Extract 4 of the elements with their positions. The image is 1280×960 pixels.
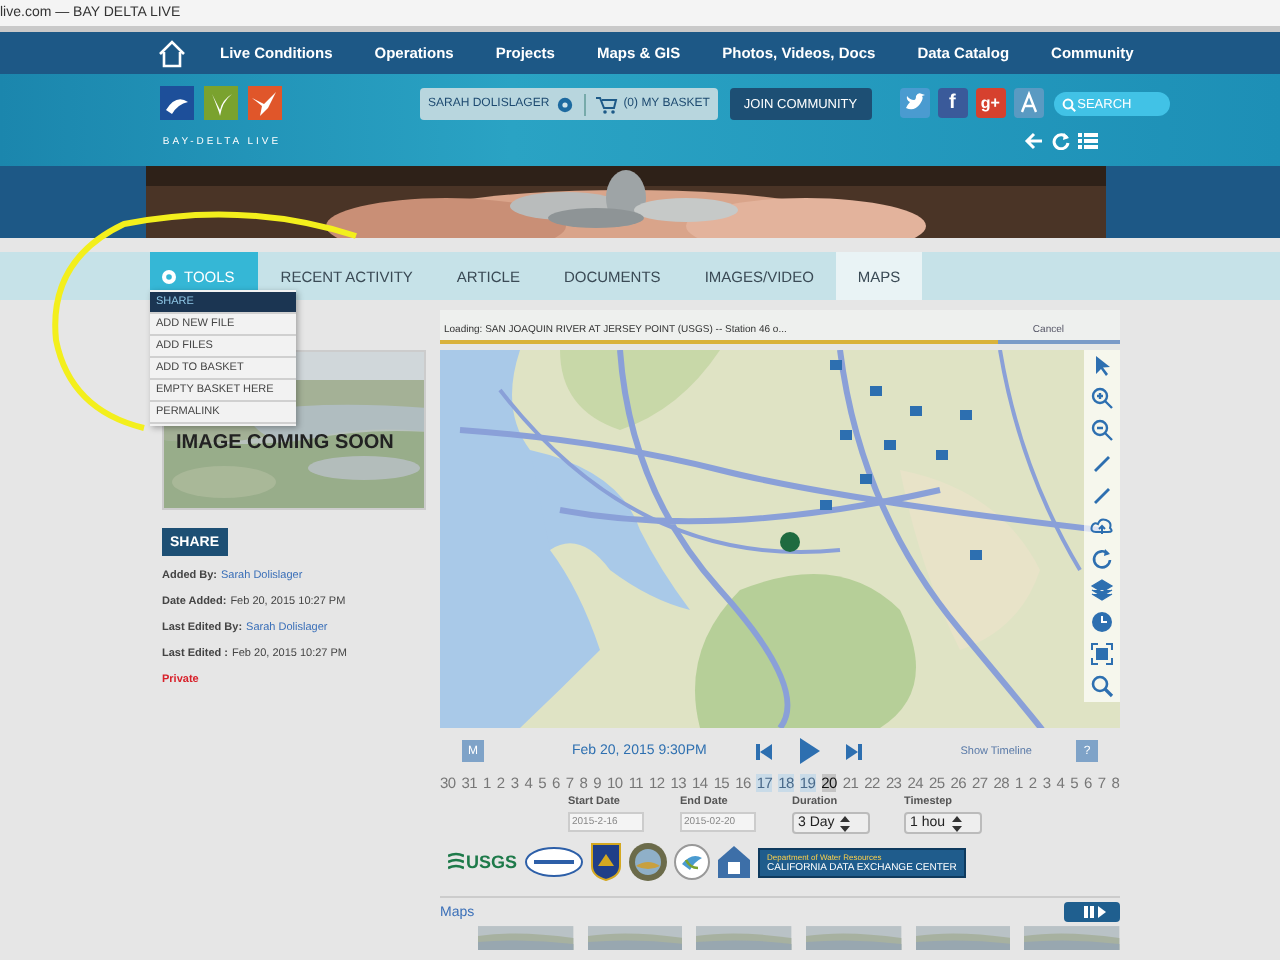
usgs-logo[interactable]: USGS: [448, 852, 518, 872]
facebook-link[interactable]: f: [937, 88, 968, 118]
image-placeholder-text: IMAGE COMING SOON: [176, 432, 394, 454]
google-plus-link[interactable]: g+: [975, 88, 1006, 118]
